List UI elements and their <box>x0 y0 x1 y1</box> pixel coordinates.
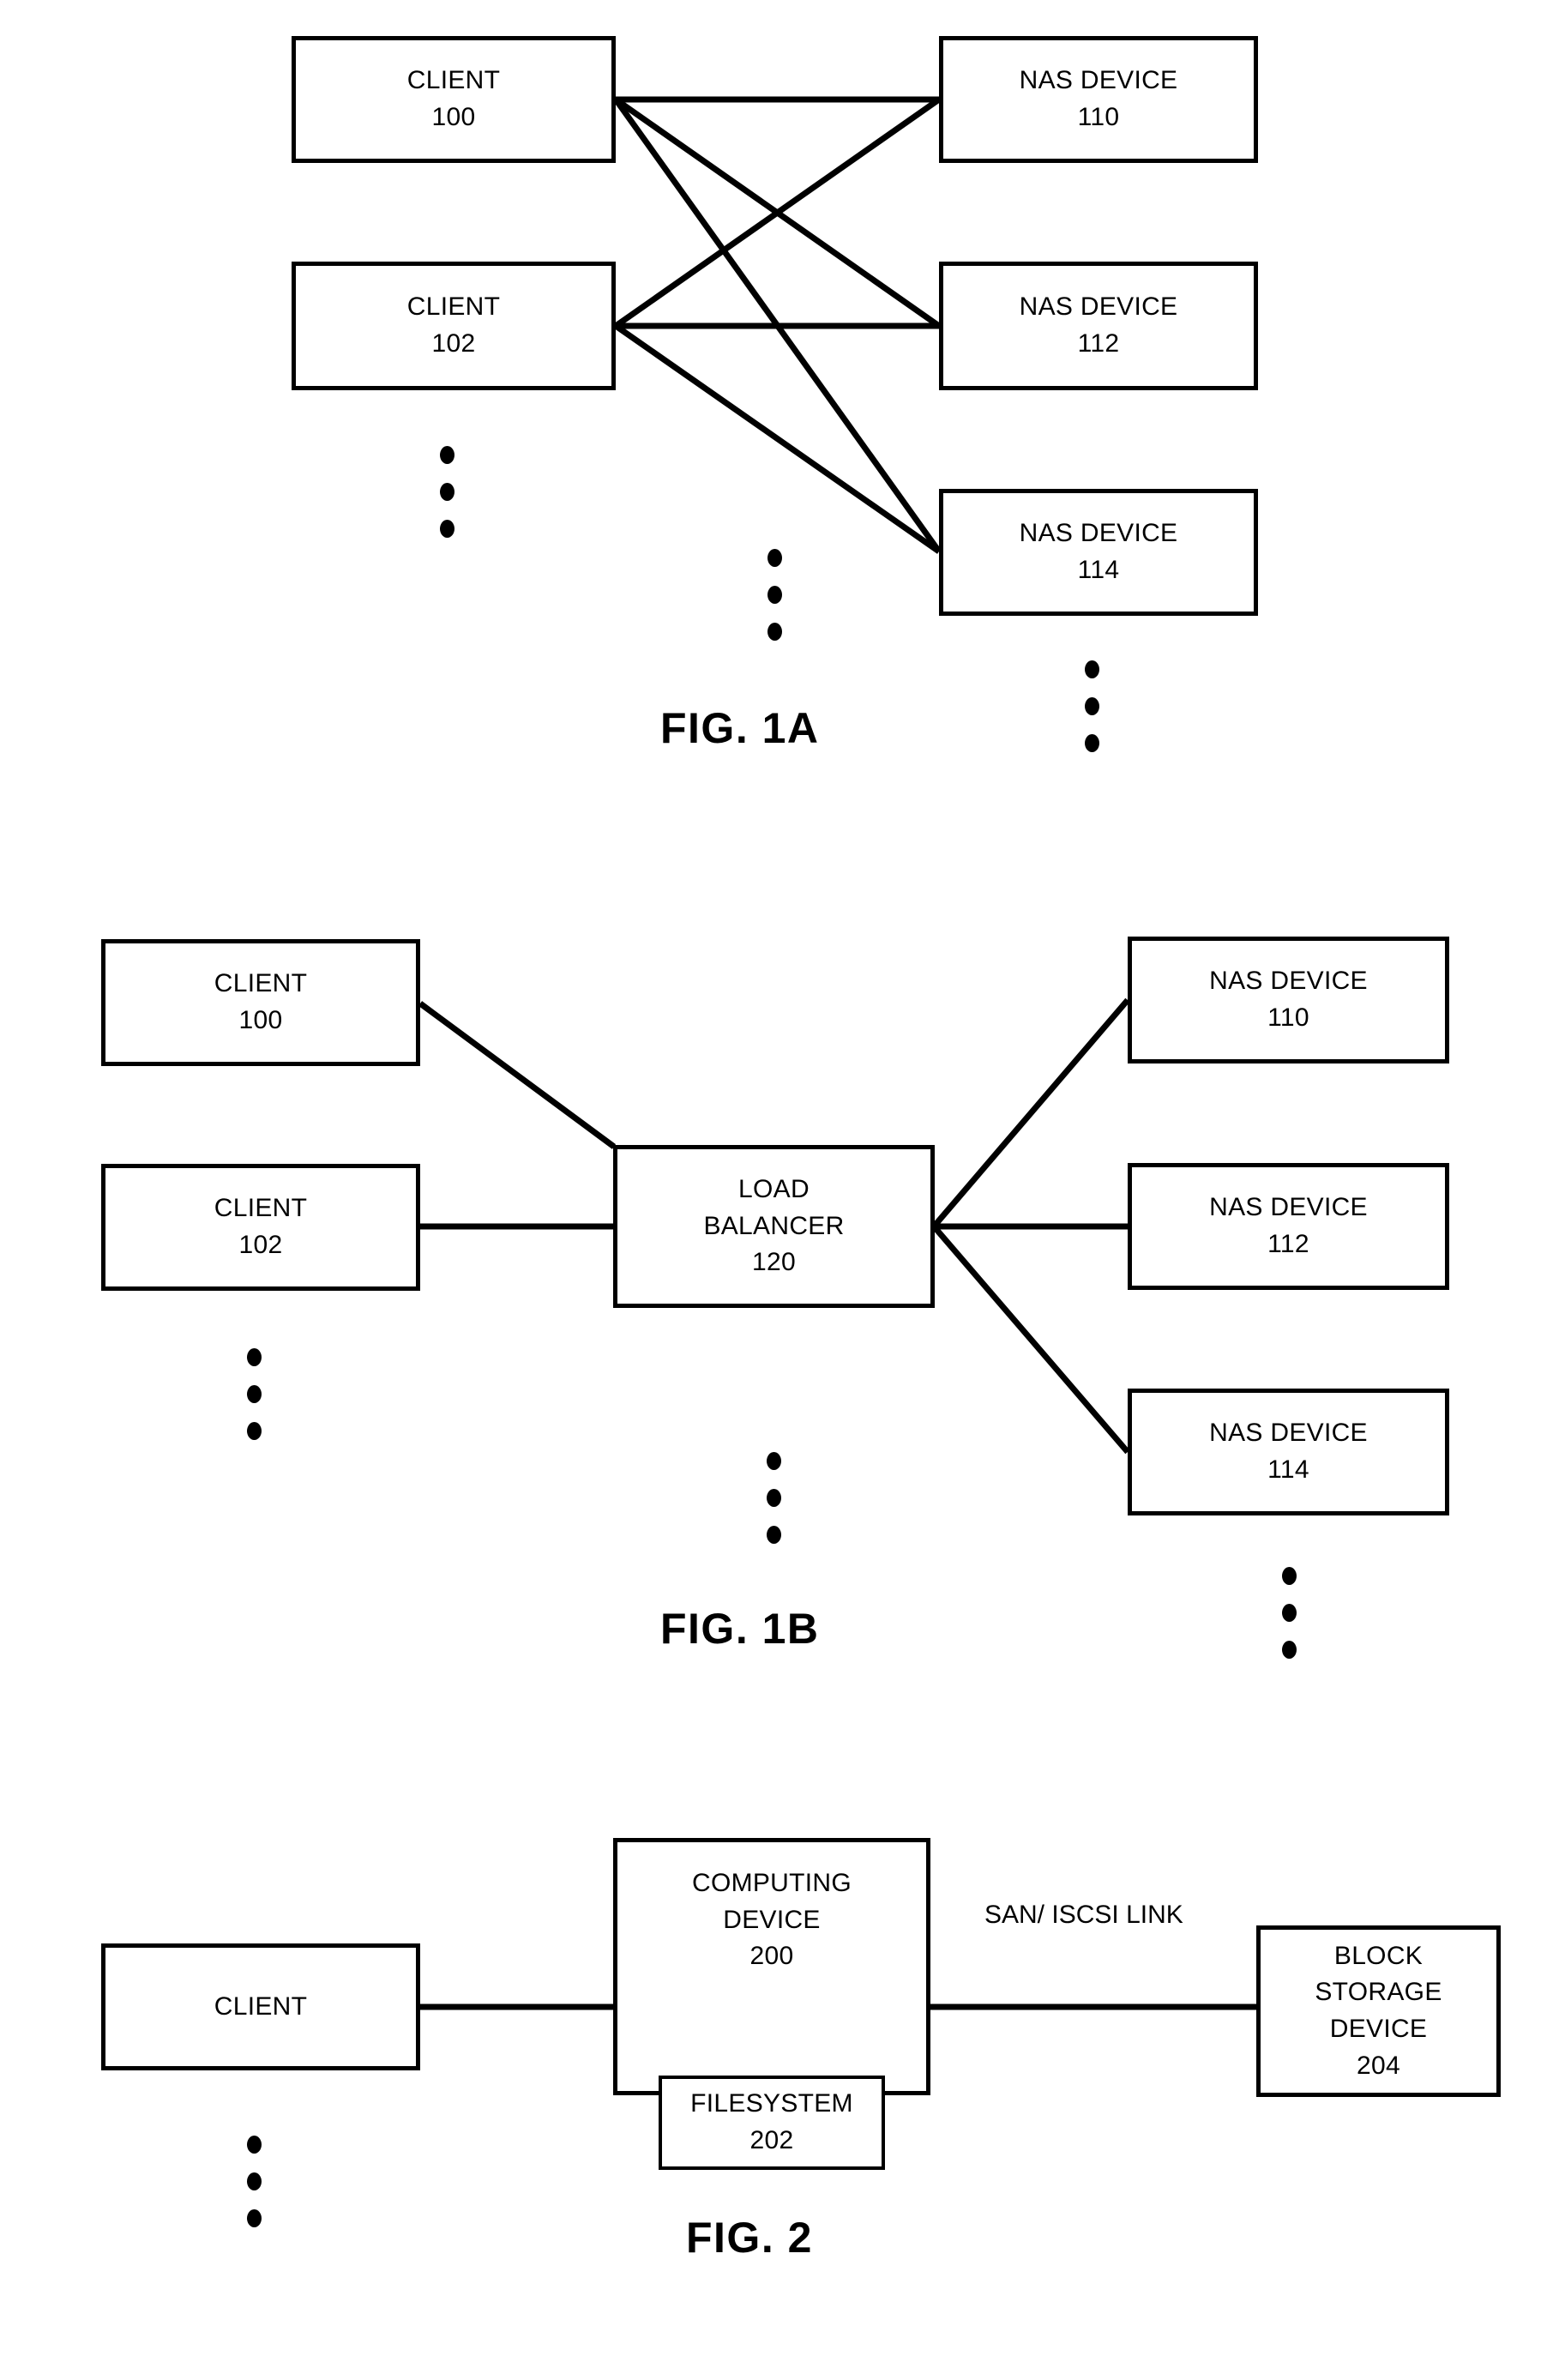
fig2-link-label-line-3: LINK <box>1126 1901 1183 1929</box>
fig1a-nas-device-112-box[interactable]: NAS DEVICE 112 <box>939 262 1258 390</box>
fig2-filesystem-title: FILESYSTEM <box>690 2089 853 2118</box>
fig2-figure-label: FIG. 2 <box>686 2214 813 2262</box>
fig1a-nas-device-114-box[interactable]: NAS DEVICE 114 <box>939 489 1258 616</box>
fig2-block-storage-device-box[interactable]: BLOCK STORAGE DEVICE 204 <box>1256 1925 1501 2097</box>
fig1b-client-102-ref: 102 <box>238 1231 283 1259</box>
fig1b-load-balancer-title-2: BALANCER <box>703 1211 845 1240</box>
fig1b-nas-device-110-box[interactable]: NAS DEVICE 110 <box>1128 937 1449 1063</box>
fig1b-center-ellipsis-icon <box>767 1452 781 1544</box>
fig1b-load-balancer-ref: 120 <box>752 1248 796 1277</box>
fig2-link-label-line-1: SAN/ <box>984 1901 1045 1929</box>
fig1b-nas-112-ref: 112 <box>1267 1230 1309 1258</box>
fig1a-nas-114-title: NAS DEVICE <box>1019 519 1178 548</box>
fig1a-clients-ellipsis-icon <box>440 446 454 538</box>
fig1a-nas-112-title: NAS DEVICE <box>1019 292 1178 322</box>
fig1a-client-100-box[interactable]: CLIENT 100 <box>292 36 616 163</box>
fig1b-clients-ellipsis-icon <box>247 1348 262 1440</box>
fig2-computing-device-box[interactable]: COMPUTING DEVICE 200 <box>613 1838 930 2095</box>
fig1a-client-102-box[interactable]: CLIENT 102 <box>292 262 616 390</box>
fig1a-client-102-ref: 102 <box>431 329 476 358</box>
fig1a-nas-middle-ellipsis-icon <box>767 549 782 641</box>
fig1b-nas-110-ref: 110 <box>1267 1003 1309 1032</box>
fig2-block-storage-title-3: DEVICE <box>1329 2015 1428 2043</box>
fig2-computing-device-title-1: COMPUTING <box>691 1869 852 1898</box>
fig1b-load-balancer-box[interactable]: LOAD BALANCER 120 <box>613 1145 935 1308</box>
fig1b-nas-device-114-box[interactable]: NAS DEVICE 114 <box>1128 1389 1449 1515</box>
fig1a-figure-label: FIG. 1A <box>660 704 820 752</box>
fig1a-nas-110-ref: 110 <box>1077 103 1120 131</box>
fig2-client-box[interactable]: CLIENT <box>101 1943 420 2070</box>
fig2-filesystem-box[interactable]: FILESYSTEM 202 <box>659 2076 885 2170</box>
patent-figure-sheet: CLIENT 100 CLIENT 102 NAS DEVICE 110 NAS… <box>0 0 1553 2380</box>
fig1b-nas-ellipsis-icon <box>1282 1567 1297 1659</box>
fig1a-nas-114-ref: 114 <box>1077 556 1120 584</box>
fig2-client-title: CLIENT <box>214 1991 308 2021</box>
fig2-link-label-line-2: ISCSI <box>1051 1901 1119 1929</box>
fig2-computing-device-title-2: DEVICE <box>723 1905 821 1934</box>
fig1b-nas-110-title: NAS DEVICE <box>1209 967 1368 996</box>
fig1a-client-100-ref: 100 <box>431 103 476 131</box>
fig1b-client-100-ref: 100 <box>238 1006 283 1034</box>
fig1b-client-100-box[interactable]: CLIENT 100 <box>101 939 420 1066</box>
fig1a-nas-112-ref: 112 <box>1077 329 1120 358</box>
fig1b-client-100-title: CLIENT <box>214 969 308 998</box>
fig1a-nas-device-110-box[interactable]: NAS DEVICE 110 <box>939 36 1258 163</box>
fig2-block-storage-ref: 204 <box>1357 2051 1400 2080</box>
fig1b-nas-114-ref: 114 <box>1267 1455 1309 1484</box>
fig1b-nas-112-title: NAS DEVICE <box>1209 1193 1368 1222</box>
fig2-filesystem-ref: 202 <box>749 2126 794 2154</box>
fig2-block-storage-title-2: STORAGE <box>1315 1978 1442 2007</box>
fig2-san-iscsi-link-label: SAN/ ISCSI LINK <box>984 1897 1183 1934</box>
fig1a-nas-bottom-ellipsis-icon <box>1085 660 1099 752</box>
fig1b-client-102-title: CLIENT <box>214 1194 308 1223</box>
fig1a-nas-110-title: NAS DEVICE <box>1019 66 1178 95</box>
fig1b-client-102-box[interactable]: CLIENT 102 <box>101 1164 420 1291</box>
fig1b-nas-device-112-box[interactable]: NAS DEVICE 112 <box>1128 1163 1449 1290</box>
fig2-clients-ellipsis-icon <box>247 2136 262 2227</box>
fig1b-load-balancer-title-1: LOAD <box>738 1175 810 1204</box>
fig1a-client-102-title: CLIENT <box>406 292 501 322</box>
fig1a-client-100-title: CLIENT <box>406 66 501 95</box>
fig2-block-storage-title-1: BLOCK <box>1333 1941 1424 1970</box>
fig1b-figure-label: FIG. 1B <box>660 1605 820 1653</box>
fig1b-nas-114-title: NAS DEVICE <box>1209 1419 1368 1448</box>
fig2-computing-device-ref: 200 <box>749 1942 794 1971</box>
